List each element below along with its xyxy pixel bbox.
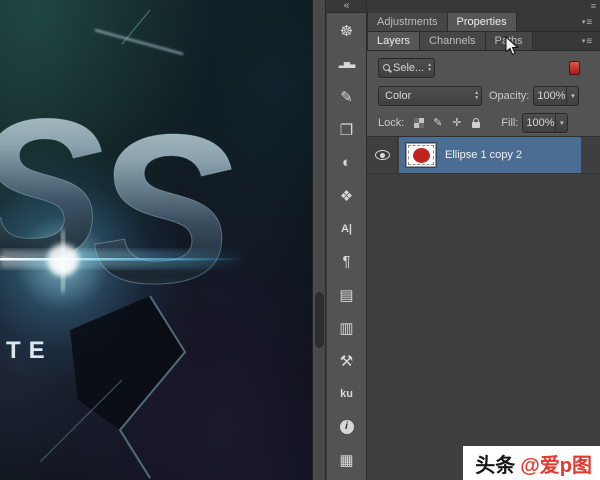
move-icon: ✛ — [452, 116, 461, 129]
tab-adjustments[interactable]: Adjustments — [367, 13, 448, 31]
brush-presets-icon[interactable]: ✎ — [330, 83, 364, 110]
lock-position-button[interactable]: ✛ — [448, 115, 465, 131]
lock-transparency-button[interactable] — [410, 115, 427, 131]
panel-header-strip: ≡ — [367, 0, 600, 13]
layer-name: Ellipse 1 copy 2 — [445, 149, 522, 161]
chevron-down-icon: ▾ — [555, 114, 567, 132]
tab-layers[interactable]: Layers — [367, 32, 420, 50]
layer-row-selected[interactable]: Ellipse 1 copy 2 — [399, 137, 581, 173]
artwork-caption: TE — [6, 337, 53, 364]
fill-select[interactable]: 100% ▾ — [522, 113, 568, 133]
layers-tab-group: Layers Channels Paths ▾≡ — [367, 32, 600, 51]
lock-row: Lock: ✎ ✛ Fill: 100% ▾ — [378, 112, 580, 133]
chevron-down-icon: ▾ — [566, 87, 578, 105]
character-panel-icon[interactable]: A| — [330, 215, 364, 242]
filter-kind-value: Sele... — [390, 62, 425, 74]
select-arrows-icon: ▴▾ — [472, 91, 481, 100]
blend-mode-value: Color — [379, 90, 414, 102]
styles-icon[interactable]: ❖ — [330, 182, 364, 209]
layer-comps-icon[interactable]: ▦ — [330, 446, 364, 473]
lock-label: Lock: — [378, 117, 404, 129]
artwork-letter-2: S — [92, 90, 233, 327]
cursor-pointer — [505, 36, 519, 56]
opacity-value: 100% — [534, 90, 566, 102]
layer-row[interactable]: Ellipse 1 copy 2 — [367, 137, 600, 174]
clone-source-icon[interactable]: ❐ — [330, 116, 364, 143]
tab-channels[interactable]: Channels — [420, 32, 485, 50]
helm-icon[interactable]: ☸ — [330, 17, 364, 44]
opacity-select[interactable]: 100% ▾ — [533, 86, 579, 106]
visibility-toggle[interactable] — [367, 137, 398, 173]
properties-tab-group: Adjustments Properties ▾≡ — [367, 13, 600, 32]
opacity-label: Opacity: — [489, 90, 529, 102]
brush-icon: ✎ — [433, 116, 442, 129]
info-icon[interactable]: i — [330, 413, 364, 440]
artwork: S S TE — [0, 0, 312, 480]
photoshop-window: S S TE « ☸ ▂▅▃ ✎ ❐ ◐ ❖ — [0, 0, 600, 480]
dock-menu-icon[interactable]: ≡ — [591, 0, 596, 13]
blend-mode-select[interactable]: Color ▴▾ — [378, 86, 482, 106]
panel-icon-dock: « ☸ ▂▅▃ ✎ ❐ ◐ ❖ A| ¶ ▤ ▥ ⚒ ku i ▦ — [327, 0, 367, 480]
blend-row: Color ▴▾ Opacity: 100% ▾ — [378, 85, 580, 106]
transparency-icon — [414, 118, 424, 128]
watermark-handle: @爱p图 — [520, 449, 592, 478]
layers-list: Ellipse 1 copy 2 — [367, 137, 600, 480]
lock-all-button[interactable] — [467, 115, 484, 131]
fill-value: 100% — [523, 117, 555, 129]
paragraph-panel-icon[interactable]: ¶ — [330, 248, 364, 275]
red-ellipse-thumbnail — [413, 148, 430, 163]
panel-group: ≡ Adjustments Properties ▾≡ Layers Chann… — [367, 0, 600, 480]
properties-panel-menu-icon[interactable]: ▾≡ — [574, 13, 600, 31]
scrollbar-thumb[interactable] — [315, 292, 324, 348]
filter-on-toggle[interactable] — [569, 61, 580, 75]
fill-label: Fill: — [501, 117, 518, 129]
search-icon — [383, 64, 390, 71]
tab-properties[interactable]: Properties — [448, 13, 517, 31]
layer-thumbnail[interactable] — [406, 143, 436, 167]
collapse-panels-button[interactable]: « — [327, 0, 366, 13]
adjustments-icon[interactable]: ◐ — [330, 149, 364, 176]
lock-image-button[interactable]: ✎ — [429, 115, 446, 131]
watermark: 头条 @爱p图 — [463, 446, 600, 480]
filter-kind-select[interactable]: Sele... ▴▾ — [378, 58, 435, 78]
measurement-log-icon[interactable]: ▥ — [330, 314, 364, 341]
kuler-icon[interactable]: ku — [330, 380, 364, 407]
lock-icon — [472, 122, 480, 128]
layer-filter-row: Sele... ▴▾ — [378, 57, 580, 78]
canvas-vertical-scrollbar[interactable] — [312, 0, 326, 480]
layers-panel-menu-icon[interactable]: ▾≡ — [574, 32, 600, 50]
collapse-icon: « — [344, 0, 350, 11]
select-arrows-icon: ▴▾ — [425, 63, 434, 72]
tool-presets-icon[interactable]: ⚒ — [330, 347, 364, 374]
notes-icon[interactable]: ▤ — [330, 281, 364, 308]
watermark-prefix: 头条 — [475, 449, 515, 478]
eye-icon — [375, 150, 390, 160]
document-canvas[interactable]: S S TE — [0, 0, 312, 480]
histogram-icon[interactable]: ▂▅▃ — [330, 50, 364, 77]
